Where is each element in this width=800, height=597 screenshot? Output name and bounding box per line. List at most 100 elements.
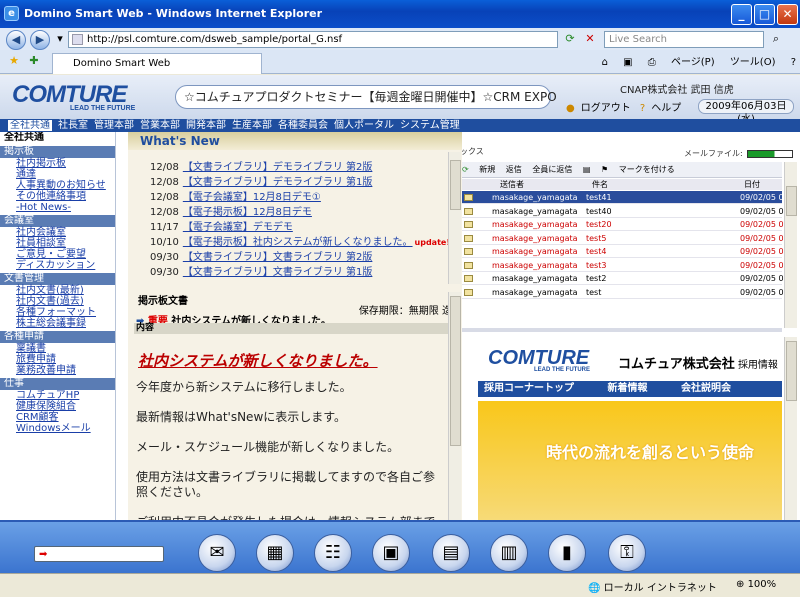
whats-new-scrollbar[interactable] <box>448 152 461 284</box>
quick-input[interactable]: ➡ <box>34 546 164 562</box>
help-link[interactable]: ヘルプ <box>651 103 681 114</box>
minimize-button[interactable]: _ <box>731 4 752 25</box>
mail-row[interactable]: masakage_yamagata test 09/02/05 09 <box>462 286 789 299</box>
corp-nav-item[interactable]: 採用コーナートップ <box>484 383 574 394</box>
refresh-mail-icon[interactable]: ⟳ <box>462 165 469 174</box>
reply-button[interactable]: 返信 <box>506 165 522 174</box>
document-icon[interactable]: ▥ <box>490 534 528 572</box>
mail-row[interactable]: masakage_yamagata test2 09/02/05 09 <box>462 272 789 285</box>
item-link[interactable]: 【文書ライブラリ】文書ライブラリ 第1版 <box>183 267 373 278</box>
favorites-star-icon[interactable]: ★ <box>6 53 22 69</box>
sidebar-link[interactable]: 社内掲示板 <box>0 158 115 169</box>
add-favorite-icon[interactable]: ✚ <box>26 53 42 69</box>
tab-domino-smart-web[interactable]: Domino Smart Web <box>52 53 262 74</box>
calendar-icon[interactable]: ▦ <box>256 534 294 572</box>
whats-new-item[interactable]: 12/08 【電子会議室】12月8日デモ① <box>150 188 323 203</box>
sidebar-link[interactable]: 社員相談室 <box>0 238 115 249</box>
mail-row[interactable]: masakage_yamagata test4 09/02/05 09 <box>462 245 789 258</box>
print-icon[interactable]: ⎙ <box>648 57 656 68</box>
help-menu[interactable]: ? <box>791 57 796 68</box>
sidebar-link[interactable]: 旅費申請 <box>0 354 115 365</box>
database-icon[interactable]: ☷ <box>314 534 352 572</box>
menu-item[interactable]: 個人ポータル <box>334 120 394 131</box>
flag-icon[interactable]: ⚑ <box>601 165 608 174</box>
item-link[interactable]: 【電子掲示板】社内システムが新しくなりました。 <box>183 237 413 248</box>
refresh-icon[interactable]: ⟳ <box>562 31 578 47</box>
whats-new-item[interactable]: 12/08 【電子掲示板】12月8日デモ <box>150 203 314 218</box>
sidebar-link[interactable]: ご意見・ご要望 <box>0 249 115 260</box>
stop-icon[interactable]: ✕ <box>582 31 598 47</box>
col-date[interactable]: 日付 <box>744 179 760 190</box>
mail-row[interactable]: masakage_yamagata test5 09/02/05 09 <box>462 232 789 245</box>
mail-scrollbar[interactable] <box>784 162 797 328</box>
search-icon[interactable]: ⌕ <box>768 31 784 47</box>
forward-button[interactable]: ▶ <box>30 30 50 50</box>
whats-new-item[interactable]: 11/17 【電子会議室】デモデモ <box>150 218 295 233</box>
maximize-button[interactable]: □ <box>754 4 775 25</box>
sidebar-link[interactable]: -Hot News- <box>0 202 115 213</box>
home-icon[interactable]: ⌂ <box>602 57 608 68</box>
sidebar-link[interactable]: 社内文書(最新) <box>0 285 115 296</box>
book-icon[interactable]: ▮ <box>548 534 586 572</box>
menu-item[interactable]: 生産本部 <box>232 120 272 131</box>
whats-new-item[interactable]: 09/30 【文書ライブラリ】文書ライブラリ 第2版 <box>150 248 374 263</box>
mail-row[interactable]: masakage_yamagata test20 09/02/05 09 <box>462 218 789 231</box>
menu-item[interactable]: 管理本部 <box>94 120 134 131</box>
col-from[interactable]: 送信者 <box>500 179 524 190</box>
pane-divider[interactable] <box>462 328 782 332</box>
item-link[interactable]: 【電子会議室】12月8日デモ① <box>183 192 321 203</box>
sidebar-link[interactable]: 業務改善申請 <box>0 365 115 376</box>
menu-item[interactable]: 営業本部 <box>140 120 180 131</box>
close-button[interactable]: ✕ <box>777 4 798 25</box>
mail-row[interactable]: masakage_yamagata test40 09/02/05 09 <box>462 205 789 218</box>
reply-all-button[interactable]: 全員に返信 <box>532 165 572 174</box>
sidebar-link[interactable]: Windowsメール <box>0 423 115 434</box>
item-link[interactable]: 【文書ライブラリ】デモライブラリ 第2版 <box>183 162 373 173</box>
back-button[interactable]: ◀ <box>6 30 26 50</box>
sidebar-link[interactable]: 人事異動のお知らせ <box>0 180 115 191</box>
mail-row[interactable]: masakage_yamagata test41 09/02/05 09 <box>462 191 789 204</box>
sidebar-link[interactable]: CRM顧客 <box>0 412 115 423</box>
menu-item[interactable]: 全社共通 <box>8 120 52 131</box>
whats-new-item[interactable]: 12/08 【文書ライブラリ】デモライブラリ 第1版 <box>150 173 374 188</box>
corp-logo[interactable]: COMTURE LEAD THE FUTURE <box>488 347 590 373</box>
page-menu[interactable]: ページ(P) <box>671 57 715 68</box>
history-dropdown-icon[interactable]: ▾ <box>52 31 68 47</box>
item-link[interactable]: 【文書ライブラリ】デモライブラリ 第1版 <box>183 177 373 188</box>
col-subject[interactable]: 件名 <box>592 179 608 190</box>
seminar-banner[interactable]: ☆コムチュアプロダクトセミナー【毎週金曜日開催中】☆CRM EXPO <box>175 85 557 109</box>
car-booking-icon[interactable]: ▣ <box>372 534 410 572</box>
menu-item[interactable]: 各種委員会 <box>278 120 328 131</box>
mail-row[interactable]: masakage_yamagata test3 09/02/05 09 <box>462 259 789 272</box>
item-link[interactable]: 【電子会議室】デモデモ <box>183 222 293 233</box>
sidebar-link[interactable]: 各種フォーマット <box>0 307 115 318</box>
sidebar-link[interactable]: 株主総会議事録 <box>0 318 115 329</box>
feeds-icon[interactable]: ▣ <box>623 57 632 68</box>
menu-item[interactable]: 開発本部 <box>186 120 226 131</box>
vehicle-icon[interactable]: ▤ <box>432 534 470 572</box>
folder-icon[interactable]: ▤ <box>583 165 591 174</box>
corp-nav-item[interactable]: 会社説明会 <box>681 383 731 394</box>
sidebar-link[interactable]: 健康保険組合 <box>0 401 115 412</box>
tools-menu[interactable]: ツール(O) <box>730 57 776 68</box>
url-input[interactable]: http://psl.comture.com/dsweb_sample/port… <box>68 31 558 48</box>
sidebar-link[interactable]: コムチュアHP <box>0 390 115 401</box>
item-link[interactable]: 【文書ライブラリ】文書ライブラリ 第2版 <box>183 252 373 263</box>
sidebar-link[interactable]: 稟議書 <box>0 343 115 354</box>
key-icon[interactable]: ⚿ <box>608 534 646 572</box>
whats-new-item[interactable]: 10/10 【電子掲示板】社内システムが新しくなりました。 update! <box>150 233 450 248</box>
search-input[interactable]: Live Search <box>604 31 764 48</box>
menu-item[interactable]: システム管理 <box>400 120 460 131</box>
item-link[interactable]: 【電子掲示板】12月8日デモ <box>183 207 312 218</box>
comture-logo[interactable]: COMTURE LEAD THE FUTURE <box>12 81 170 112</box>
corp-nav-item[interactable]: 新着情報 <box>607 383 647 394</box>
whats-new-item[interactable]: 09/30 【文書ライブラリ】文書ライブラリ 第1版 <box>150 263 374 278</box>
logout-link[interactable]: ログアウト <box>581 103 631 114</box>
zoom-level[interactable]: ⊕ 100% <box>736 579 776 590</box>
sidebar-link[interactable]: ディスカッション <box>0 260 115 271</box>
mail-icon[interactable]: ✉ <box>198 534 236 572</box>
new-mail-button[interactable]: 新規 <box>479 165 495 174</box>
sidebar-link[interactable]: 社内文書(過去) <box>0 296 115 307</box>
sidebar-link[interactable]: 社内会議室 <box>0 227 115 238</box>
sidebar-link[interactable]: 通達 <box>0 169 115 180</box>
